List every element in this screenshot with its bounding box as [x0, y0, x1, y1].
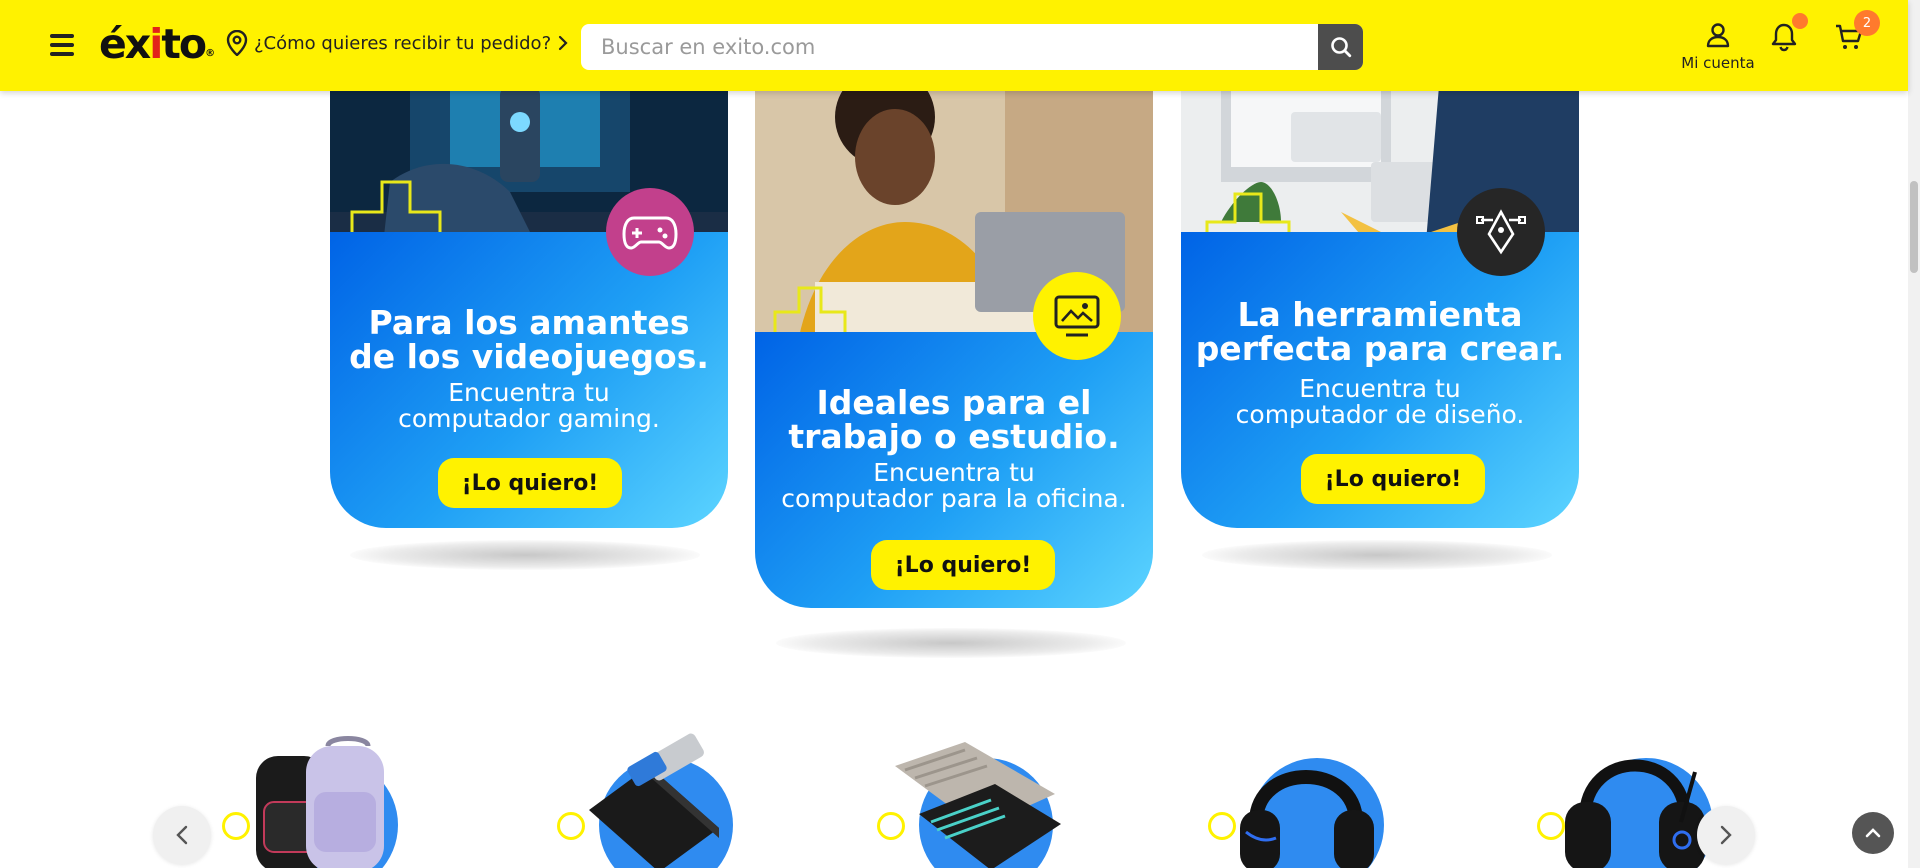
banner-gaming-sub-2: computador gaming. [398, 404, 660, 433]
top-header: éxito® ¿Cómo quieres recibir tu pedido? … [0, 0, 1908, 91]
gamepad-icon [606, 188, 694, 276]
search-icon [1330, 37, 1351, 58]
carousel-next-button[interactable] [1697, 806, 1755, 864]
exito-logo[interactable]: éxito® [99, 16, 215, 72]
page-scrollbar[interactable] [1908, 0, 1920, 868]
banner-office[interactable]: Ideales para el trabajo o estudio. Encuen… [755, 62, 1153, 608]
account-label: Mi cuenta [1681, 54, 1755, 72]
banner-design[interactable]: La herramienta perfecta para crear. Encue… [1181, 62, 1579, 528]
location-pin-icon [226, 30, 248, 56]
product-backpack[interactable] [222, 730, 412, 868]
search-input[interactable] [581, 24, 1319, 70]
banner-office-cta[interactable]: ¡Lo quiero! [871, 540, 1055, 590]
carousel-prev-button[interactable] [153, 806, 211, 864]
banner-office-shadow [776, 628, 1126, 658]
chevron-right-icon [559, 35, 568, 51]
banner-office-sub-1: Encuentra tu [873, 458, 1035, 487]
menu-icon[interactable] [50, 34, 74, 56]
user-icon [1706, 23, 1730, 48]
banner-gaming[interactable]: Para los amantes de los videojuegos. Encu… [330, 62, 728, 528]
account-button[interactable]: Mi cuenta [1678, 22, 1758, 72]
headset-image [1240, 770, 1374, 868]
keyboard-image [895, 742, 1061, 868]
banner-gaming-sub-1: Encuentra tu [448, 378, 610, 407]
wireless-headset-image [1565, 759, 1705, 868]
banner-design-sub-1: Encuentra tu [1299, 374, 1461, 403]
delivery-selector[interactable]: ¿Cómo quieres recibir tu pedido? [226, 30, 569, 56]
scrollbar-thumb[interactable] [1910, 181, 1918, 273]
hard-drive-image [589, 733, 719, 868]
notification-dot [1792, 13, 1808, 29]
chevron-up-icon [1865, 828, 1881, 838]
banner-office-headline-2: trabajo o estudio. [788, 417, 1120, 456]
chevron-left-icon [176, 825, 188, 845]
banner-design-cta[interactable]: ¡Lo quiero! [1301, 454, 1485, 504]
banner-office-sub-2: computador para la oficina. [781, 484, 1127, 513]
chevron-right-icon [1720, 825, 1732, 845]
cart-button[interactable]: 2 [1834, 10, 1880, 56]
banner-design-shadow [1202, 540, 1552, 570]
cart-count-badge: 2 [1854, 10, 1880, 36]
product-gaming-headset[interactable] [1208, 730, 1398, 868]
search-bar [581, 24, 1363, 70]
banner-gaming-headline-2: de los videojuegos. [349, 337, 709, 376]
scroll-to-top-button[interactable] [1852, 812, 1894, 854]
notifications-button[interactable] [1770, 13, 1808, 52]
product-wireless-headset[interactable] [1537, 730, 1727, 868]
search-button[interactable] [1318, 24, 1363, 70]
product-hard-drive[interactable] [557, 730, 747, 868]
banner-design-sub-2: computador de diseño. [1235, 400, 1525, 429]
product-keyboard[interactable] [877, 730, 1067, 868]
banner-gaming-cta[interactable]: ¡Lo quiero! [438, 458, 622, 508]
image-screen-icon [1033, 272, 1121, 360]
delivery-label: ¿Cómo quieres recibir tu pedido? [254, 32, 552, 54]
banner-design-headline-2: perfecta para crear. [1195, 329, 1565, 368]
pen-tool-icon [1457, 188, 1545, 276]
banner-gaming-shadow [350, 540, 700, 570]
backpack-image [256, 736, 384, 868]
